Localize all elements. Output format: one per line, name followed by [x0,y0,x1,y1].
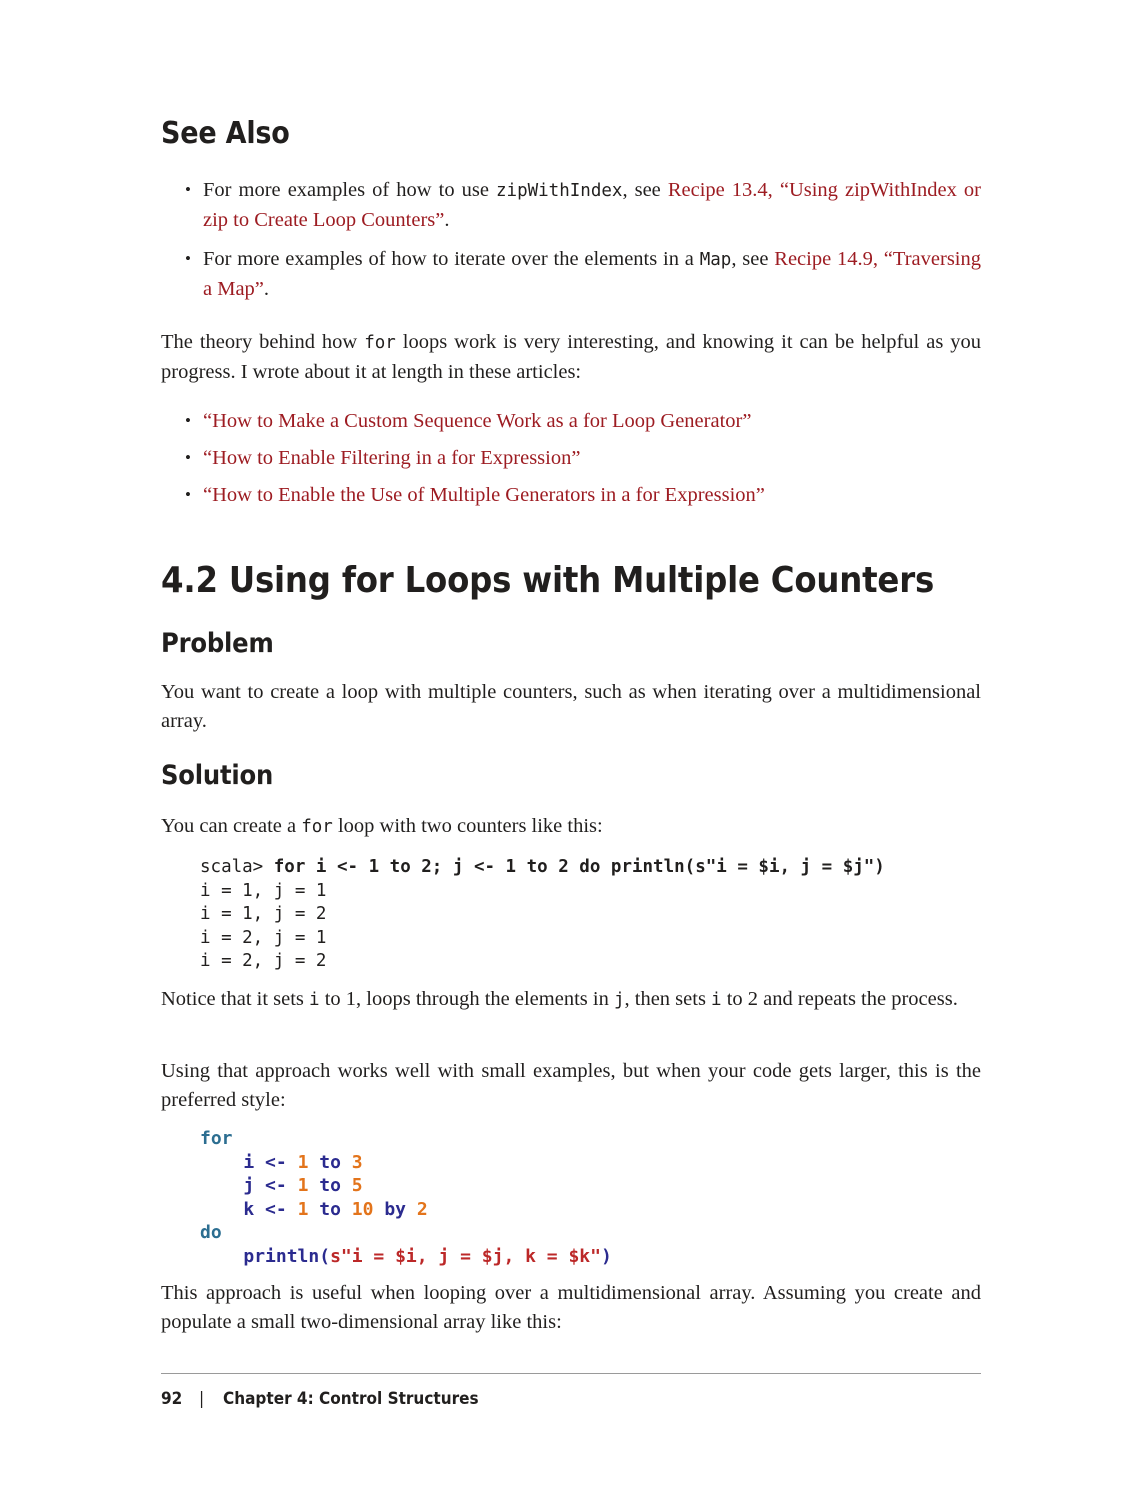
inline-code: Map [699,250,732,270]
solution-heading: Solution [161,760,274,791]
see-also-heading: See Also [161,116,290,151]
op-to: to [319,1175,341,1196]
paren-open: ( [319,1245,331,1267]
repl-output-line: i = 2, j = 1 [200,927,327,948]
see-also-0-prefix: For more examples of how to use [203,179,496,201]
page-number: 92 [161,1389,183,1409]
notice-part2: to 1, loops through the elements in [319,988,614,1010]
inline-code: i [309,990,320,1010]
var-j: j [243,1175,255,1196]
keyword-for: for [200,1128,233,1149]
see-also-0-middle: , see [622,179,668,201]
see-also-1-suffix: . [263,278,270,300]
see-also-0-suffix: . [444,209,450,231]
repl-prompt: scala> [200,857,274,877]
see-also-list: For more examples of how to use zipWithI… [161,175,981,304]
inline-code: zipWithIndex [496,181,623,201]
article-link[interactable]: “How to Enable the Use of Multiple Gener… [203,484,765,506]
see-also-1-prefix: For more examples of how to iterate over… [203,248,700,270]
var-i: i [243,1151,255,1173]
num-upper: 5 [351,1175,363,1196]
notice-part1: Notice that it sets [161,988,310,1010]
inline-code: i [711,990,722,1010]
num-upper: 10 [351,1198,374,1220]
list-item: “How to Enable the Use of Multiple Gener… [161,480,981,510]
page-footer: 92 | Chapter 4: Control Structures [161,1386,981,1412]
notice-part4: to 2 and repeats the process. [721,988,958,1010]
repl-output-line: i = 2, j = 2 [200,951,327,971]
var-k: k [243,1198,255,1220]
op-by: by [384,1198,407,1220]
notice-paragraph: Notice that it sets i to 1, loops throug… [161,985,981,1015]
op-to: to [319,1151,341,1173]
scala-syntax-code-block: for i <- 1 to 3 j <- 1 to 5 k <- 1 to 10… [200,1127,612,1268]
preferred-style-paragraph: Using that approach works well with smal… [161,1060,981,1111]
recipe-heading: 4.2 Using for Loops with Multiple Counte… [161,560,935,601]
repl-output-line: i = 1, j = 2 [200,904,327,924]
theory-part1: The theory behind how [161,331,365,353]
list-item: “How to Enable Filtering in a for Expres… [161,443,981,473]
articles-list: “How to Make a Custom Sequence Work as a… [161,406,981,510]
num-from: 1 [297,1198,309,1220]
footer-chapter-title: Chapter 4: Control Structures [223,1389,479,1409]
arrow-op: <- [265,1151,287,1173]
footer-separator: | [199,1389,205,1409]
repl-command: for i <- 1 to 2; j <- 1 to 2 do println(… [273,857,885,877]
fn-println: println [243,1245,320,1267]
inline-code: for [301,817,333,837]
list-item: “How to Make a Custom Sequence Work as a… [161,406,981,436]
problem-heading: Problem [161,628,274,659]
keyword-do: do [200,1222,222,1243]
notice-part3: , then sets [624,988,712,1010]
closing-paragraph: This approach is useful when looping ove… [161,1282,981,1333]
num-from: 1 [297,1151,309,1173]
list-item: For more examples of how to use zipWithI… [161,175,981,235]
inline-code: j [613,990,625,1010]
problem-text: You want to create a loop with multiple … [161,681,981,732]
repl-code-block: scala> for i <- 1 to 2; j <- 1 to 2 do p… [200,856,885,974]
interpolated-string: s"i = $i, j = $j, k = $k" [330,1245,601,1267]
solution-intro-part1: You can create a [161,815,302,837]
inline-code: for [364,333,396,353]
solution-intro: You can create a for loop with two count… [161,812,981,842]
op-to: to [319,1198,341,1220]
solution-intro-part2: loop with two counters like this: [332,815,603,837]
article-link[interactable]: “How to Make a Custom Sequence Work as a… [203,410,751,432]
arrow-op: <- [265,1198,287,1220]
arrow-op: <- [265,1175,287,1196]
list-item: For more examples of how to iterate over… [161,244,981,304]
footer-divider [161,1373,981,1374]
num-from: 1 [297,1175,309,1196]
num-upper: 3 [351,1151,363,1173]
document-page: See Also For more examples of how to use… [161,0,981,1500]
theory-paragraph: The theory behind how for loops work is … [161,328,981,387]
num-step: 2 [416,1198,428,1220]
see-also-1-middle: , see [731,248,775,270]
paren-close: ) [601,1245,612,1267]
article-link[interactable]: “How to Enable Filtering in a for Expres… [203,447,580,469]
repl-output-line: i = 1, j = 1 [200,880,327,901]
